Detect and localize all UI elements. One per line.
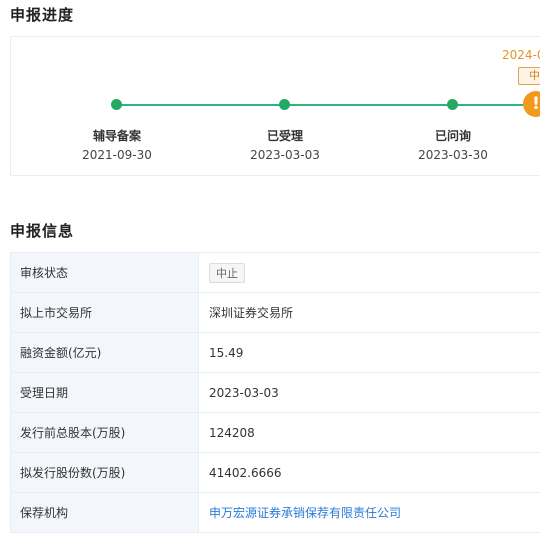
row-label: 拟上市交易所 <box>10 292 199 333</box>
progress-section-title: 申报进度 <box>10 6 75 24</box>
table-row: 保荐机构 申万宏源证券承销保荐有限责任公司 <box>10 492 540 533</box>
row-value: 2023-03-03 <box>198 372 540 413</box>
sponsor-link[interactable]: 申万宏源证券承销保荐有限责任公司 <box>209 506 401 520</box>
step-dot-1 <box>111 99 122 110</box>
info-section-title: 申报信息 <box>10 222 75 240</box>
exclamation-icon: ! <box>523 91 540 117</box>
table-row: 拟上市交易所 深圳证券交易所 <box>10 292 540 333</box>
table-row: 审核状态 中止 <box>10 252 540 293</box>
table-row: 融资金额(亿元) 15.49 <box>10 332 540 373</box>
status-badge: 中止 <box>209 262 245 283</box>
step-dot-3 <box>447 99 458 110</box>
row-label: 拟发行股份数(万股) <box>10 452 199 493</box>
row-value: 41402.6666 <box>198 452 540 493</box>
table-row: 发行前总股本(万股) 124208 <box>10 412 540 453</box>
current-status-badge: 中止 <box>518 67 540 85</box>
progress-timeline: 辅导备案 2021-09-30 已受理 2023-03-03 已问询 2023-… <box>10 36 540 176</box>
row-value: 申万宏源证券承销保荐有限责任公司 <box>198 492 540 533</box>
table-row: 受理日期 2023-03-03 <box>10 372 540 413</box>
info-table: 审核状态 中止 拟上市交易所 深圳证券交易所 融资金额(亿元) 15.49 受理… <box>10 252 540 533</box>
row-value: 15.49 <box>198 332 540 373</box>
step-label-1: 辅导备案 <box>92 129 141 143</box>
timeline-track <box>116 104 526 106</box>
table-row: 拟发行股份数(万股) 41402.6666 <box>10 452 540 493</box>
step-date-3: 2023-03-30 <box>418 148 488 162</box>
row-value: 中止 <box>198 252 540 293</box>
step-date-1: 2021-09-30 <box>82 148 152 162</box>
row-label: 保荐机构 <box>10 492 199 533</box>
step-label-3: 已问询 <box>434 129 471 143</box>
row-label: 融资金额(亿元) <box>10 332 199 373</box>
row-label: 发行前总股本(万股) <box>10 412 199 453</box>
row-label: 受理日期 <box>10 372 199 413</box>
row-label: 审核状态 <box>10 252 199 293</box>
step-dot-2 <box>279 99 290 110</box>
current-step-date: 2024-0 <box>502 48 540 62</box>
row-value: 124208 <box>198 412 540 453</box>
row-value: 深圳证券交易所 <box>198 292 540 333</box>
step-date-2: 2023-03-03 <box>250 148 320 162</box>
step-label-2: 已受理 <box>266 129 303 143</box>
